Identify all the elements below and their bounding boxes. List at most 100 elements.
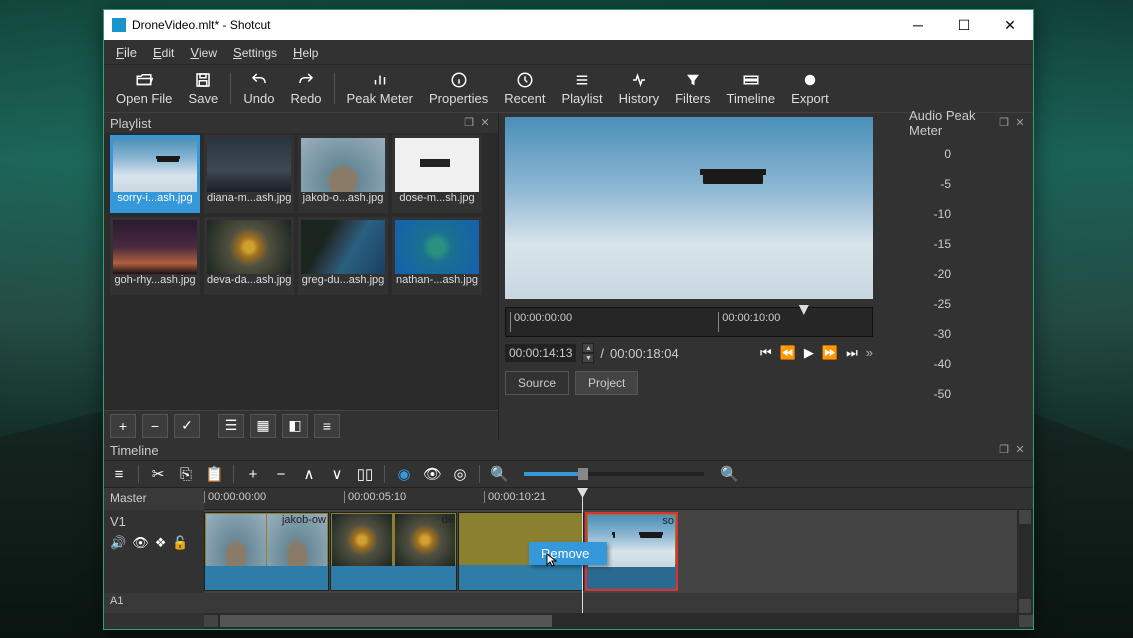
timeline-ruler[interactable]: 00:00:00:0000:00:05:1000:00:10:21	[204, 488, 1033, 510]
timeline-tracks[interactable]: 00:00:00:0000:00:05:1000:00:10:21 jakob-…	[204, 488, 1033, 613]
playlist-view-icons-button[interactable]: ◧	[282, 414, 308, 438]
ripple-button[interactable]: ◎	[451, 465, 469, 483]
zoom-slider[interactable]	[524, 472, 704, 476]
track-head-v1[interactable]: V1 🔊 👁 ❖ 🔓	[104, 510, 204, 593]
meter-float-button[interactable]: ❐	[997, 116, 1011, 130]
redo-button[interactable]: Redo	[282, 69, 329, 108]
timeline-scrollbar-v[interactable]	[1017, 510, 1033, 613]
lock-icon[interactable]: 🔓	[172, 535, 188, 551]
menu-file[interactable]: File	[108, 42, 145, 63]
clip-audio	[459, 565, 583, 590]
timeline-float-button[interactable]: ❐	[997, 443, 1011, 457]
scrub-playhead[interactable]	[799, 305, 809, 315]
playlist-view-tiles-button[interactable]: ▦	[250, 414, 276, 438]
playlist-add-button[interactable]: +	[110, 414, 136, 438]
zoom-in-button[interactable]: 🔍	[720, 465, 738, 483]
playlist-view-detail-button[interactable]: ☰	[218, 414, 244, 438]
tab-source[interactable]: Source	[505, 371, 569, 395]
preview-scrubber[interactable]: 00:00:00:00 00:00:10:00	[505, 307, 873, 337]
zoom-out-button[interactable]: 🔍	[490, 465, 508, 483]
play-button[interactable]: ▶	[804, 345, 814, 361]
playlist-item[interactable]: nathan-...ash.jpg	[392, 217, 482, 295]
playlist-update-button[interactable]: ✓	[174, 414, 200, 438]
minimize-button[interactable]: ─	[895, 10, 941, 40]
playlist-grid[interactable]: sorry-i...ash.jpg diana-m...ash.jpgjakob-…	[104, 133, 498, 410]
overwrite-button[interactable]: ∨	[328, 465, 346, 483]
split-button[interactable]: ▯▯	[356, 465, 374, 483]
playlist-button[interactable]: Playlist	[553, 69, 610, 108]
save-button[interactable]: Save	[180, 69, 226, 108]
timeline-button[interactable]: Timeline	[719, 69, 784, 108]
timeline-clip[interactable]: de	[330, 512, 457, 591]
playlist-item[interactable]: jakob-o...ash.jpg	[298, 135, 388, 213]
properties-button[interactable]: Properties	[421, 69, 496, 108]
timecode-down[interactable]: ▼	[582, 353, 594, 363]
rewind-button[interactable]: ⏪	[780, 345, 796, 361]
audio-meter-panel: Audio Peak Meter ❐ ✕ 0-5-10-15-20-25-30-…	[903, 113, 1033, 440]
scrub-button[interactable]: 👁	[423, 465, 441, 483]
clip-label: jakob-ow	[282, 514, 326, 526]
track-head-master[interactable]: Master	[104, 488, 204, 510]
mute-icon[interactable]: 🔊	[110, 535, 126, 551]
timeline-menu-button[interactable]: ≡	[110, 466, 128, 483]
skip-start-button[interactable]: ⏮	[760, 345, 772, 361]
copy-button[interactable]: ⎘	[177, 466, 195, 483]
remove-button[interactable]: −	[272, 466, 290, 483]
playlist-item[interactable]: dose-m...sh.jpg	[392, 135, 482, 213]
maximize-button[interactable]: ☐	[941, 10, 987, 40]
thumbnail-label: sorry-i...ash.jpg	[113, 192, 197, 210]
undo-button[interactable]: Undo	[235, 69, 282, 108]
timecode-current[interactable]: 00:00:14:13	[505, 344, 576, 362]
playlist-float-button[interactable]: ❐	[462, 116, 476, 130]
playlist-toolbar: + − ✓ ☰ ▦ ◧ ≡	[104, 410, 498, 440]
paste-button[interactable]: 📋	[205, 465, 223, 483]
timeline-icon	[742, 71, 760, 89]
playlist-item[interactable]: greg-du...ash.jpg	[298, 217, 388, 295]
close-button[interactable]: ✕	[987, 10, 1033, 40]
snap-button[interactable]: ◉	[395, 465, 413, 483]
playlist-item[interactable]: goh-rhy...ash.jpg	[110, 217, 200, 295]
playlist-view-list-button[interactable]: ≡	[314, 414, 340, 438]
window-title: DroneVideo.mlt* - Shotcut	[132, 18, 895, 32]
meter-close-button[interactable]: ✕	[1013, 116, 1027, 130]
composite-icon[interactable]: ❖	[155, 535, 167, 551]
playlist-item[interactable]: diana-m...ash.jpg	[204, 135, 294, 213]
skip-end-button[interactable]: ⏭	[846, 345, 858, 361]
track-a1[interactable]	[204, 593, 1033, 613]
menu-settings[interactable]: Settings	[225, 42, 285, 63]
hide-icon[interactable]: 👁	[132, 535, 149, 551]
track-v1[interactable]: jakob-owdeso	[204, 510, 1033, 593]
export-button[interactable]: Export	[783, 69, 837, 108]
playlist-close-button[interactable]: ✕	[478, 116, 492, 130]
playlist-item[interactable]: sorry-i...ash.jpg	[110, 135, 200, 213]
filters-button[interactable]: Filters	[667, 69, 718, 108]
clock-icon	[516, 71, 534, 89]
meter-icon	[371, 71, 389, 89]
playlist-item[interactable]: deva-da...ash.jpg	[204, 217, 294, 295]
timecode-up[interactable]: ▲	[582, 343, 594, 353]
menu-view[interactable]: View	[182, 42, 225, 63]
open-file-button[interactable]: Open File	[108, 69, 180, 108]
timeline-clip[interactable]: jakob-ow	[204, 512, 329, 591]
thumbnail	[301, 138, 385, 192]
timeline-close-button[interactable]: ✕	[1013, 443, 1027, 457]
history-button[interactable]: History	[611, 69, 667, 108]
append-button[interactable]: +	[244, 466, 262, 483]
loop-button[interactable]: »	[866, 345, 873, 361]
meter-tick: -20	[934, 267, 951, 281]
peak-meter-button[interactable]: Peak Meter	[339, 69, 421, 108]
timeline-scrollbar-h[interactable]	[204, 613, 1033, 629]
undo-icon	[250, 71, 268, 89]
playlist-remove-button[interactable]: −	[142, 414, 168, 438]
preview-viewport[interactable]	[505, 117, 873, 299]
tab-project[interactable]: Project	[575, 371, 638, 395]
menu-edit[interactable]: Edit	[145, 42, 182, 63]
track-head-a1[interactable]: A1	[104, 593, 204, 613]
history-icon	[630, 71, 648, 89]
recent-button[interactable]: Recent	[496, 69, 553, 108]
clip-audio	[205, 565, 328, 590]
forward-button[interactable]: ⏩	[822, 345, 838, 361]
lift-button[interactable]: ∧	[300, 465, 318, 483]
cut-button[interactable]: ✂	[149, 465, 167, 483]
menu-help[interactable]: Help	[285, 42, 326, 63]
